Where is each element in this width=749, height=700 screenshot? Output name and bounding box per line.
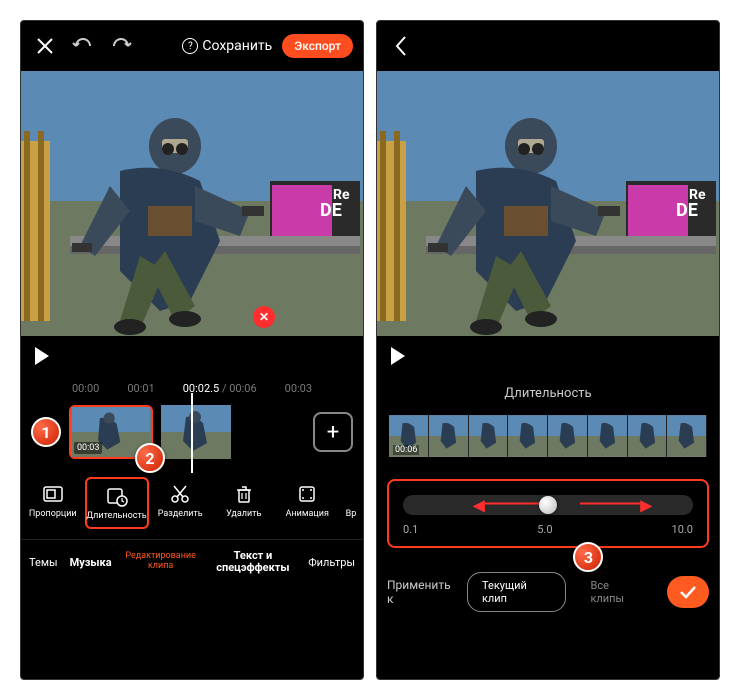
redo-icon[interactable]	[107, 32, 135, 60]
confirm-button[interactable]	[667, 576, 709, 608]
tools-row: 2 Пропорции Длительность Разделить Удали…	[21, 459, 363, 539]
tool-label: Вр	[346, 509, 357, 519]
arrow-left-icon: ◀	[473, 496, 485, 515]
time-tick: 00:03	[285, 382, 312, 395]
film-strip[interactable]: 00:06	[389, 415, 707, 457]
slider-labels: 0.1 5.0 10.0	[403, 523, 693, 536]
undo-icon[interactable]	[69, 32, 97, 60]
film-strip-time: 00:06	[393, 445, 419, 455]
tool-label: Разделить	[158, 509, 203, 519]
apply-row: Применить к Текущий клип Все клипы	[377, 556, 719, 628]
bottom-tabs: Темы Музыка Редактирование клипа Текст и…	[21, 539, 363, 584]
video-preview[interactable]: Re DE ✕	[21, 71, 363, 336]
trash-icon	[233, 483, 255, 505]
tool-duration[interactable]: Длительность	[85, 477, 149, 529]
export-button[interactable]: Экспорт	[282, 34, 353, 58]
top-bar	[377, 21, 719, 71]
add-clip-button[interactable]: +	[313, 412, 353, 452]
tool-label: Удалить	[226, 509, 261, 519]
slider-max: 10.0	[672, 523, 693, 536]
tab-themes[interactable]: Темы	[25, 554, 62, 571]
clip-thumbnail[interactable]	[161, 405, 231, 459]
editor-screen-main: ? Сохранить Экспорт Re DE	[20, 20, 364, 680]
slider-thumb[interactable]	[539, 496, 557, 514]
time-current: 00:02.5 / 00:06	[183, 382, 257, 395]
annotation-marker-2: 2	[135, 443, 165, 473]
time-tick: 00:00	[72, 382, 99, 395]
apply-all-clips[interactable]: Все клипы	[576, 573, 656, 611]
svg-text:DE: DE	[676, 200, 698, 221]
aspect-ratio-icon	[42, 483, 64, 505]
close-icon[interactable]	[31, 32, 59, 60]
play-icon[interactable]	[35, 347, 49, 365]
scissors-icon	[169, 483, 191, 505]
duration-slider-box: ◀ ▶ 0.1 5.0 10.0 3	[387, 479, 709, 548]
tool-label: Длительность	[86, 511, 146, 521]
play-controls	[21, 336, 363, 376]
timeline[interactable]: 1 00:03 +	[21, 405, 363, 459]
tool-delete[interactable]: Удалить	[212, 477, 276, 529]
editor-screen-duration: Re DE Длительность	[376, 20, 720, 680]
tab-texteffects[interactable]: Текст и спецэффекты	[206, 548, 301, 576]
apply-label: Применить к	[387, 578, 457, 606]
tool-animation[interactable]: Анимация	[276, 477, 340, 529]
duration-slider[interactable]: ◀ ▶	[403, 495, 693, 515]
crop-icon	[340, 483, 362, 505]
tool-split[interactable]: Разделить	[149, 477, 213, 529]
apply-current-clip[interactable]: Текущий клип	[467, 572, 566, 612]
tool-crop[interactable]: Вр	[339, 477, 363, 529]
video-preview[interactable]: Re DE	[377, 71, 719, 336]
save-label: Сохранить	[202, 38, 272, 54]
slider-min: 0.1	[403, 523, 418, 536]
play-icon[interactable]	[391, 347, 405, 365]
save-button[interactable]: ? Сохранить	[182, 38, 272, 54]
play-controls	[377, 336, 719, 376]
back-icon[interactable]	[387, 32, 415, 60]
duration-icon	[106, 485, 128, 507]
svg-text:DE: DE	[320, 200, 342, 221]
tool-label: Анимация	[286, 509, 329, 519]
tab-music[interactable]: Музыка	[66, 554, 116, 571]
help-icon: ?	[182, 38, 198, 54]
arrow-right-icon: ▶	[640, 496, 652, 515]
top-bar: ? Сохранить Экспорт	[21, 21, 363, 71]
remove-watermark-icon[interactable]: ✕	[253, 306, 275, 328]
tab-editing[interactable]: Редактирование клипа	[120, 550, 202, 574]
time-tick: 00:01	[127, 382, 154, 395]
annotation-marker-1: 1	[31, 417, 61, 447]
clip-time-label: 00:03	[74, 442, 102, 454]
panel-title: Длительность	[377, 376, 719, 411]
slider-mid: 5.0	[537, 523, 552, 536]
animation-icon	[296, 483, 318, 505]
check-icon	[679, 585, 697, 599]
tool-label: Пропорции	[29, 509, 77, 519]
tool-proportions[interactable]: Пропорции	[21, 477, 85, 529]
tab-filters[interactable]: Фильтры	[304, 554, 359, 571]
